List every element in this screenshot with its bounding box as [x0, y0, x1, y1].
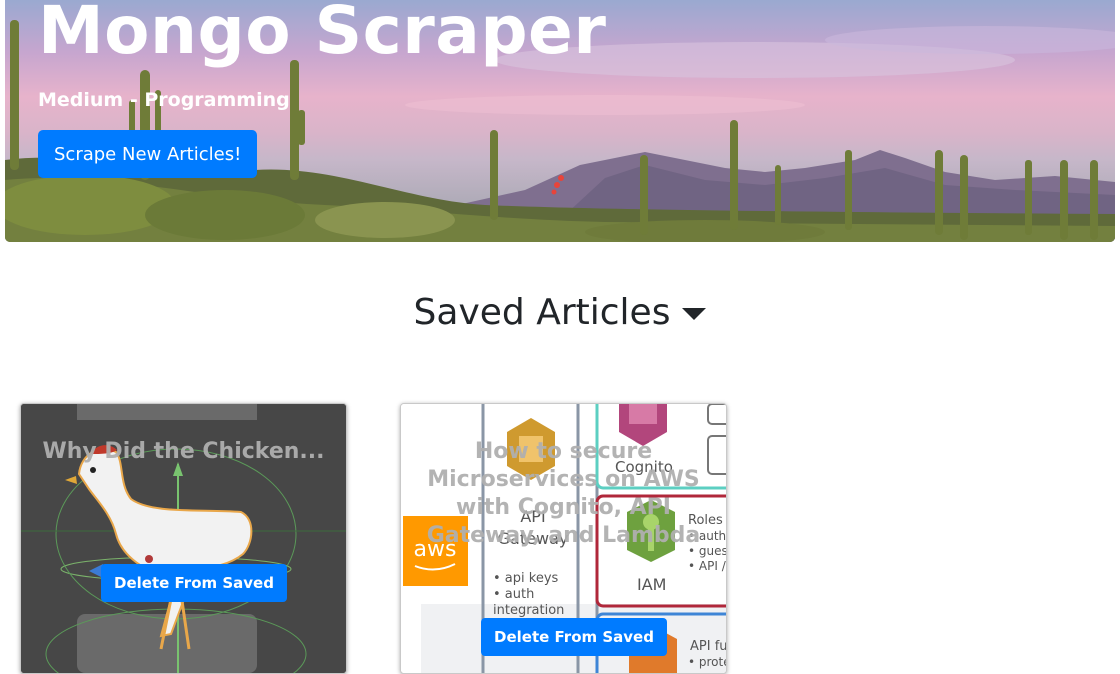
scrape-new-articles-button[interactable]: Scrape New Articles!	[38, 130, 258, 178]
api-slash-label: • API /	[688, 559, 726, 573]
caret-down-icon	[682, 308, 707, 320]
article-card[interactable]: Why Did the Chicken... Delete From Saved	[20, 403, 347, 674]
prote-label: • prote	[688, 655, 726, 669]
api-keys-label: • api keys	[493, 571, 559, 586]
saved-articles-heading: Saved Articles	[413, 292, 671, 333]
integration-label: integration	[493, 603, 564, 618]
article-title[interactable]: Why Did the Chicken...	[31, 438, 336, 466]
iam-label: IAM	[637, 575, 666, 594]
site-title: Mongo Scraper	[38, 0, 607, 69]
hero-banner: Mongo Scraper Medium - Programming Scrap…	[5, 0, 1115, 242]
auth-label: • auth	[493, 587, 534, 602]
article-title[interactable]: How to secure Microservices on AWS with …	[411, 438, 716, 550]
delete-from-saved-button[interactable]: Delete From Saved	[101, 564, 287, 602]
delete-from-saved-button[interactable]: Delete From Saved	[481, 618, 667, 656]
api-fu-label: API fu	[690, 639, 726, 654]
article-card[interactable]: aws Cognito API Gateway • api keys • aut…	[400, 403, 727, 674]
saved-articles-dropdown[interactable]: Saved Articles	[0, 292, 1120, 333]
site-subtitle: Medium - Programming	[38, 89, 290, 111]
